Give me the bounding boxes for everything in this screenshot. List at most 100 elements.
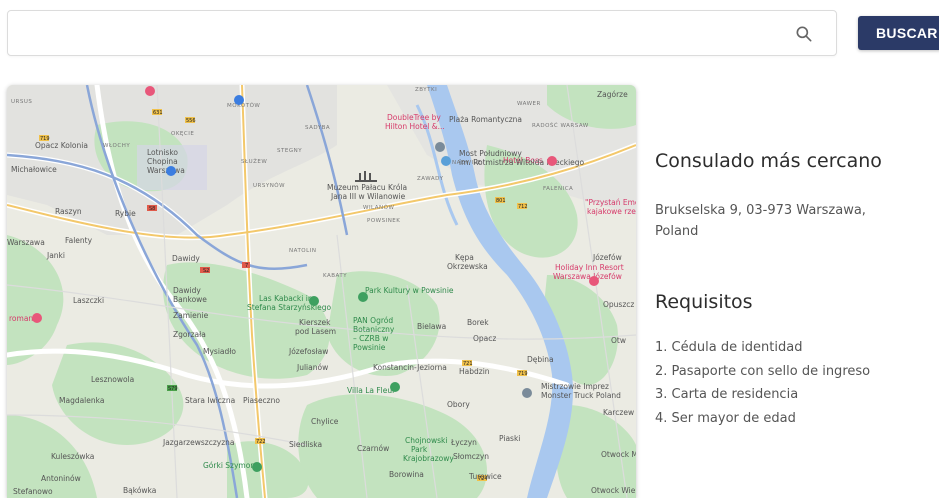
svg-text:Plaża Romantyczna: Plaża Romantyczna	[449, 115, 522, 124]
svg-text:Most Południowy: Most Południowy	[459, 149, 522, 158]
svg-text:Chopina: Chopina	[147, 157, 178, 166]
svg-text:Zagórze: Zagórze	[597, 90, 628, 99]
svg-text:Okrzewska: Okrzewska	[447, 262, 488, 271]
svg-text:Holiday Inn Resort: Holiday Inn Resort	[555, 263, 624, 272]
svg-text:ZAWADY: ZAWADY	[417, 176, 444, 182]
requirements-title: Requisitos	[655, 291, 753, 313]
svg-text:Bankowe: Bankowe	[173, 295, 207, 304]
svg-text:Górki Szymona: Górki Szymona	[203, 461, 260, 470]
svg-text:Botaniczny: Botaniczny	[353, 325, 395, 334]
svg-text:PAN Ogród: PAN Ogród	[353, 316, 393, 325]
poi-pin[interactable]	[441, 156, 451, 166]
map[interactable]: 631 556 S2 7 S8 801 712 721 722 719 719 …	[7, 85, 636, 498]
poi-pin[interactable]	[166, 166, 176, 176]
poi-pin[interactable]	[309, 296, 319, 306]
svg-text:roman: roman	[9, 314, 33, 323]
svg-text:Warszawa Józefów: Warszawa Józefów	[553, 272, 622, 281]
svg-text:SŁUŻEW: SŁUŻEW	[241, 158, 267, 165]
poi-pin[interactable]	[390, 382, 400, 392]
svg-text:Kierszek: Kierszek	[299, 318, 331, 327]
svg-text:Mysiadło: Mysiadło	[203, 347, 236, 356]
svg-text:kajakowe rzeka": kajakowe rzeka"	[587, 207, 636, 216]
svg-text:Otwock M: Otwock M	[601, 450, 636, 459]
poi-pin[interactable]	[234, 95, 244, 105]
svg-text:Zgorzała: Zgorzała	[173, 330, 206, 339]
svg-text:WŁOCHY: WŁOCHY	[103, 143, 130, 149]
svg-text:Obory: Obory	[447, 400, 470, 409]
svg-text:Otwock Wielki: Otwock Wielki	[591, 486, 636, 495]
svg-text:Dawidy: Dawidy	[173, 286, 201, 295]
svg-text:Borowina: Borowina	[389, 470, 424, 479]
svg-text:Piaseczno: Piaseczno	[243, 396, 280, 405]
svg-text:Chylice: Chylice	[311, 417, 339, 426]
svg-text:Jazgarzewszczyzna: Jazgarzewszczyzna	[162, 438, 235, 447]
svg-text:556: 556	[186, 118, 196, 124]
requirements-list: 1. Cédula de identidad 2. Pasaporte con …	[655, 336, 870, 430]
svg-text:MOKOTÓW: MOKOTÓW	[227, 102, 260, 109]
list-item: 2. Pasaporte con sello de ingreso	[655, 363, 871, 379]
svg-text:ZBYTKI: ZBYTKI	[415, 87, 437, 93]
svg-text:Łyczyn: Łyczyn	[450, 438, 477, 447]
poi-pin[interactable]	[358, 292, 368, 302]
svg-text:722: 722	[256, 439, 266, 445]
poi-pin[interactable]	[547, 156, 557, 166]
svg-text:Turowice: Turowice	[468, 472, 502, 481]
svg-text:WILANÓW: WILANÓW	[363, 204, 394, 211]
svg-text:Jana III w Wilanowie: Jana III w Wilanowie	[330, 192, 406, 201]
svg-text:Piaski: Piaski	[499, 434, 520, 443]
svg-text:Falenty: Falenty	[65, 236, 93, 245]
svg-text:Monster Truck Poland: Monster Truck Poland	[541, 391, 621, 400]
svg-text:Muzeum Pałacu Króla: Muzeum Pałacu Króla	[327, 183, 407, 192]
svg-text:Zamienie: Zamienie	[173, 311, 209, 320]
svg-text:Warszawa: Warszawa	[7, 238, 45, 247]
svg-text:Karczew: Karczew	[603, 408, 634, 417]
svg-text:POWSINEK: POWSINEK	[367, 218, 400, 224]
svg-text:7: 7	[245, 263, 248, 269]
svg-text:Antoninów: Antoninów	[41, 474, 81, 483]
svg-text:pod Lasem: pod Lasem	[295, 327, 336, 336]
svg-text:NATOLIN: NATOLIN	[289, 248, 316, 254]
svg-text:DoubleTree by: DoubleTree by	[387, 113, 441, 122]
search-button[interactable]: BUSCAR	[858, 16, 939, 50]
svg-text:Bielawa: Bielawa	[417, 322, 446, 331]
svg-text:Opacz Kolonia: Opacz Kolonia	[35, 141, 88, 150]
svg-text:Rybie: Rybie	[115, 209, 136, 218]
poi-pin[interactable]	[145, 86, 155, 96]
poi-pin[interactable]	[252, 462, 262, 472]
svg-text:"Przystań Emów: "Przystań Emów	[585, 198, 636, 207]
svg-text:Otw: Otw	[611, 336, 626, 345]
svg-text:S2: S2	[203, 268, 209, 274]
svg-text:Dawidy: Dawidy	[172, 254, 200, 263]
poi-pin[interactable]	[589, 276, 599, 286]
svg-text:Borek: Borek	[467, 318, 489, 327]
svg-text:Józefosław: Józefosław	[288, 347, 328, 356]
map-canvas[interactable]: 631 556 S2 7 S8 801 712 721 722 719 719 …	[7, 85, 636, 498]
svg-text:Bąkówka: Bąkówka	[123, 486, 156, 495]
svg-text:STEGNY: STEGNY	[277, 148, 302, 154]
search-input[interactable]	[8, 11, 796, 55]
svg-text:S8: S8	[149, 206, 155, 212]
consulate-panel: Consulado más cercano Brukselska 9, 03-9…	[655, 150, 939, 426]
svg-text:Chojnowski: Chojnowski	[405, 436, 447, 445]
svg-text:Julianów: Julianów	[296, 363, 328, 372]
poi-pin[interactable]	[32, 313, 42, 323]
svg-text:Siedliska: Siedliska	[289, 440, 322, 449]
svg-text:URSUS: URSUS	[11, 99, 32, 105]
svg-text:– CZRB w: – CZRB w	[353, 334, 388, 343]
poi-pin[interactable]	[435, 142, 445, 152]
svg-text:Las Kabacki im.: Las Kabacki im.	[259, 294, 318, 303]
poi-pin[interactable]	[522, 388, 532, 398]
svg-text:Michałowice: Michałowice	[11, 165, 57, 174]
svg-text:Habdzin: Habdzin	[459, 367, 490, 376]
search-box[interactable]	[7, 10, 837, 56]
svg-text:Słomczyn: Słomczyn	[453, 452, 489, 461]
consulate-address: Brukselska 9, 03-973 Warszawa, Poland	[655, 203, 866, 239]
svg-text:Powsinie: Powsinie	[353, 343, 386, 352]
svg-text:KABATY: KABATY	[323, 273, 347, 279]
svg-text:OKĘCIE: OKĘCIE	[171, 131, 194, 137]
svg-text:Mistrzowie Imprez: Mistrzowie Imprez	[541, 382, 609, 391]
list-item: 3. Carta de residencia	[655, 387, 799, 402]
search-icon[interactable]	[794, 24, 814, 44]
svg-text:Stara Iwiczna: Stara Iwiczna	[185, 396, 235, 405]
svg-text:Park Kultury w Powsinie: Park Kultury w Powsinie	[365, 286, 454, 295]
